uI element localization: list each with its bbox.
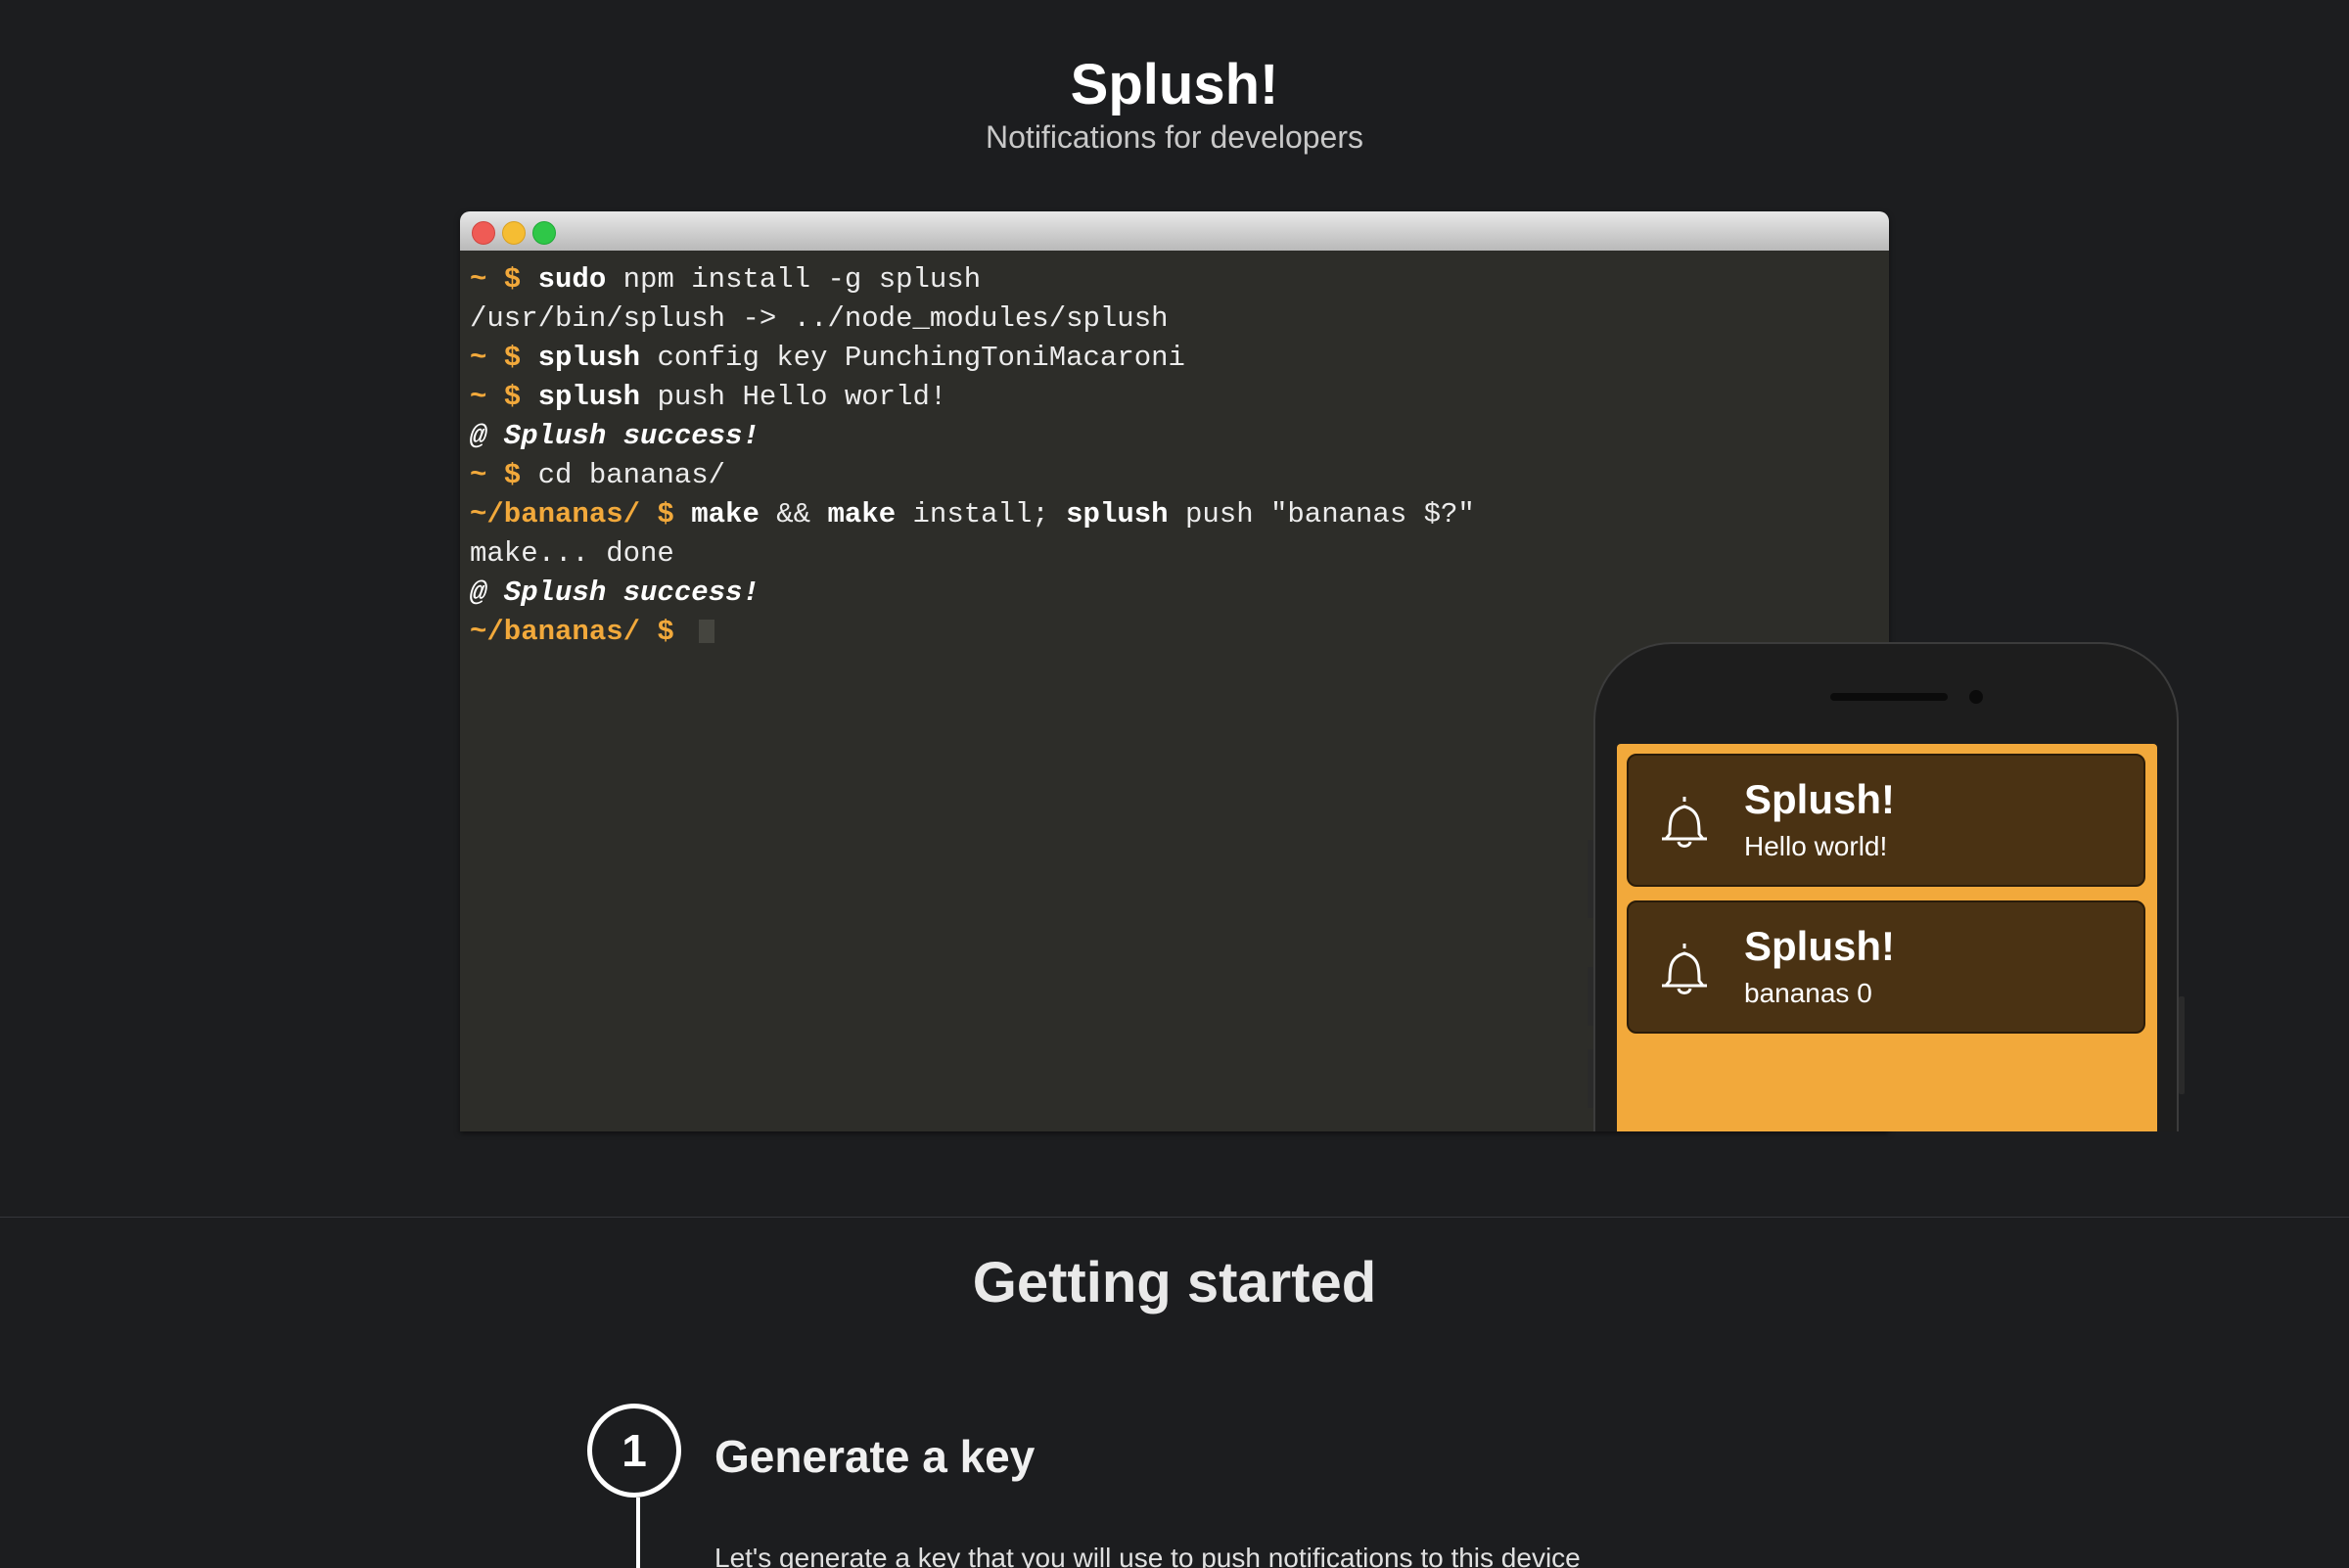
terminal-line: ~ $ sudo npm install -g splush [470, 260, 1879, 300]
terminal-arg-text: npm install -g splush [606, 263, 982, 296]
terminal-line: @ Splush success! [470, 417, 1879, 456]
step-description: Let's generate a key that you will use t… [714, 1543, 1581, 1568]
step-title: Generate a key [714, 1431, 1036, 1482]
notification-message: bananas 0 [1744, 978, 1872, 1008]
page: Splush! Notifications for developers ~ $… [0, 0, 2349, 1568]
terminal-cmd-text: splush [1066, 498, 1169, 530]
terminal-arg-text: push Hello world! [640, 381, 947, 413]
bell-icon [1662, 797, 1707, 848]
step-number-badge: 1 [587, 1404, 681, 1498]
terminal-cmd-text: make [691, 498, 760, 530]
phone-power-button [2179, 996, 2185, 1094]
bell-icon [1662, 944, 1707, 994]
terminal-prompt-text: ~ $ [470, 342, 538, 374]
minimize-window-button[interactable] [502, 221, 526, 245]
maximize-window-button[interactable] [532, 221, 556, 245]
step-connector-line [636, 1498, 640, 1568]
terminal-line: ~ $ splush push Hello world! [470, 378, 1879, 417]
notification-card[interactable]: Splush! Hello world! [1627, 754, 2145, 887]
terminal-arg-text: install; [896, 498, 1067, 530]
phone-speaker [1830, 693, 1948, 701]
terminal-arg-text: push "bananas $?" [1168, 498, 1475, 530]
close-window-button[interactable] [472, 221, 495, 245]
terminal-cmd-text: make [827, 498, 897, 530]
terminal-arg-text: cd bananas/ [537, 459, 726, 491]
terminal-cmd-text: sudo [537, 263, 607, 296]
terminal-output: ~ $ sudo npm install -g splush/usr/bin/s… [460, 251, 1889, 652]
terminal-line: @ Splush success! [470, 574, 1879, 613]
notification-title: Splush! [1744, 923, 1895, 969]
phone-volume-button [1588, 967, 1593, 1026]
terminal-cmd-text: splush [537, 381, 641, 413]
terminal-prompt-text: ~ $ [470, 381, 538, 413]
phone-volume-button [1588, 840, 1593, 918]
terminal-prompt-text: ~/bananas/ $ [470, 498, 692, 530]
phone-mockup: Splush! Hello world! Splush! bananas 0 [1588, 642, 2185, 1131]
notification-title: Splush! [1744, 776, 1895, 822]
terminal-cmd-text: splush [537, 342, 641, 374]
terminal-cursor [699, 620, 715, 644]
terminal-success-text: @ Splush success! [470, 420, 760, 452]
phone-volume-button [1588, 1049, 1593, 1108]
notification-card[interactable]: Splush! bananas 0 [1627, 900, 2145, 1034]
terminal-prompt-text: ~/bananas/ $ [470, 616, 692, 648]
terminal-line: /usr/bin/splush -> ../node_modules/splus… [470, 300, 1879, 339]
terminal-line: make... done [470, 534, 1879, 574]
terminal-arg-text: config key PunchingToniMacaroni [640, 342, 1185, 374]
section-divider [0, 1217, 2349, 1218]
terminal-prompt-text: ~ $ [470, 263, 538, 296]
terminal-out-text: /usr/bin/splush -> ../node_modules/splus… [470, 302, 1169, 335]
page-title: Splush! [1070, 53, 1279, 116]
terminal-arg-text: && [759, 498, 828, 530]
section-title: Getting started [972, 1251, 1377, 1314]
terminal-line: ~ $ splush config key PunchingToniMacaro… [470, 339, 1879, 378]
notification-message: Hello world! [1744, 831, 1888, 861]
terminal-prompt-text: ~ $ [470, 459, 538, 491]
terminal-titlebar [460, 211, 1889, 251]
terminal-out-text: make... done [470, 537, 674, 570]
terminal-success-text: @ Splush success! [470, 576, 760, 609]
terminal-line: ~ $ cd bananas/ [470, 456, 1879, 495]
phone-camera [1969, 690, 1983, 704]
phone-screen: Splush! Hello world! Splush! bananas 0 [1617, 744, 2157, 1131]
terminal-line: ~/bananas/ $ make && make install; splus… [470, 495, 1879, 534]
page-subtitle: Notifications for developers [986, 119, 1363, 155]
